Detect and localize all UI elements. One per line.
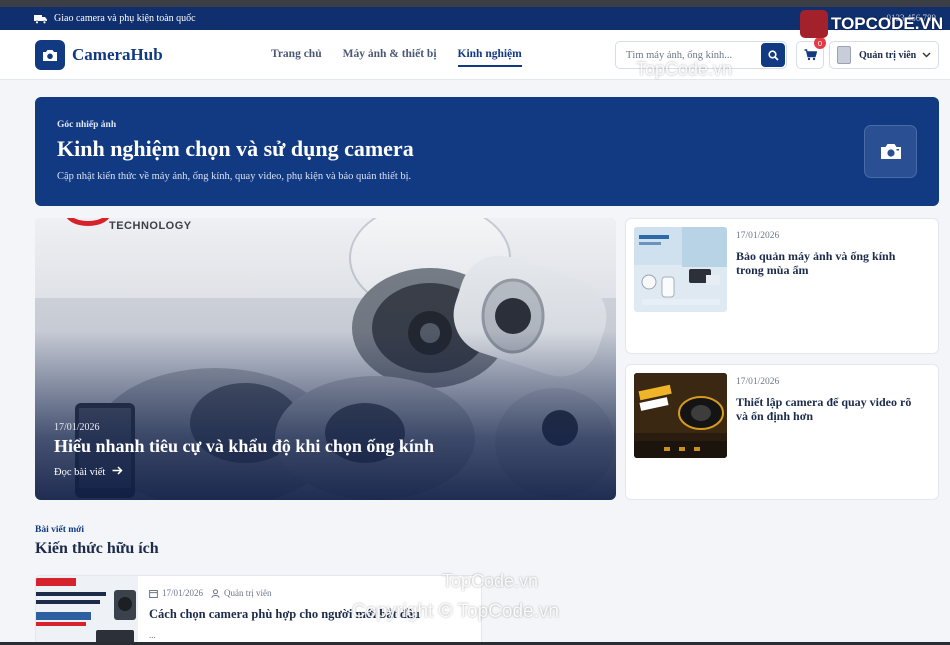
recent-article-thumbnail <box>36 576 138 644</box>
recent-article-date: 17/01/2026 <box>162 588 204 598</box>
cart-button[interactable]: 0 <box>796 37 826 69</box>
brand-text: TECHNOLOGY <box>109 220 192 232</box>
section-title: Kiến thức hữu ích <box>35 540 159 557</box>
watermark-logo-text: TOPCODE.VN <box>831 14 944 33</box>
watermark-copyright: Copyright © TopCode.vn <box>352 601 559 622</box>
featured-title[interactable]: Hiểu nhanh tiêu cự và khẩu độ khi chọn ố… <box>54 436 434 457</box>
hero-banner: Góc nhiếp ảnh Kinh nghiệm chọn và sử dụn… <box>35 97 939 206</box>
logo-text[interactable]: CameraHub <box>72 45 163 65</box>
recent-article-excerpt: ... <box>149 630 156 640</box>
user-menu[interactable]: Quản trị viên <box>829 41 939 69</box>
truck-icon <box>34 14 47 24</box>
featured-gradient <box>35 218 616 500</box>
featured-article[interactable]: TECHNOLOGY 17/01/2026 Hiểu nhanh tiêu cự… <box>35 218 616 500</box>
arrow-right-icon <box>112 466 123 475</box>
recent-article-meta: 17/01/2026 Quản trị viên <box>149 588 272 598</box>
side-article-date: 17/01/2026 <box>736 377 780 387</box>
recent-article-author: Quản trị viên <box>224 588 272 598</box>
side-article-date: 17/01/2026 <box>736 231 780 241</box>
calendar-icon <box>149 589 158 598</box>
side-article-1[interactable]: 17/01/2026 Bảo quản máy ảnh và ống kính … <box>625 218 939 354</box>
read-more-link[interactable]: Đọc bài viết <box>54 466 123 478</box>
watermark-text: TopCode.vn <box>636 59 733 79</box>
watermark-logo: TOPCODE.VN <box>800 9 943 39</box>
logo-camera-icon[interactable] <box>35 40 65 70</box>
side-article-2[interactable]: 17/01/2026 Thiết lập camera để quay vide… <box>625 364 939 500</box>
read-more-label: Đọc bài viết <box>54 467 106 478</box>
nav-cameras[interactable]: Máy ảnh & thiết bị <box>343 48 437 67</box>
side-article-title[interactable]: Thiết lập camera để quay video rõ và ổn … <box>736 395 926 423</box>
chevron-down-icon <box>922 52 931 58</box>
nav-experience[interactable]: Kinh nghiệm <box>457 48 522 67</box>
watermark-shield-icon <box>800 10 828 38</box>
browser-chrome <box>0 0 950 7</box>
side-article-thumbnail <box>634 227 727 312</box>
side-article-thumbnail <box>634 373 727 458</box>
shipping-text: Giao camera và phụ kiện toàn quốc <box>54 13 196 24</box>
hero-kicker: Góc nhiếp ảnh <box>57 120 117 130</box>
cart-icon <box>804 49 817 61</box>
avatar <box>837 46 851 64</box>
side-article-title[interactable]: Bảo quản máy ảnh và ống kính trong mùa ẩ… <box>736 249 926 277</box>
search-button[interactable] <box>761 43 785 67</box>
main-nav: Trang chủ Máy ảnh & thiết bị Kinh nghiệm <box>271 48 522 67</box>
camera-icon <box>864 125 917 178</box>
hero-title: Kinh nghiệm chọn và sử dụng camera <box>57 136 414 161</box>
featured-date: 17/01/2026 <box>54 422 100 433</box>
user-icon <box>211 588 220 598</box>
watermark-text: TopCode.vn <box>442 571 539 591</box>
section-kicker: Bài viết mới <box>35 525 85 535</box>
search-icon <box>767 49 779 61</box>
user-name: Quản trị viên <box>859 49 917 61</box>
nav-home[interactable]: Trang chủ <box>271 48 322 67</box>
hero-description: Cập nhật kiến thức về máy ảnh, ống kính,… <box>57 171 412 182</box>
